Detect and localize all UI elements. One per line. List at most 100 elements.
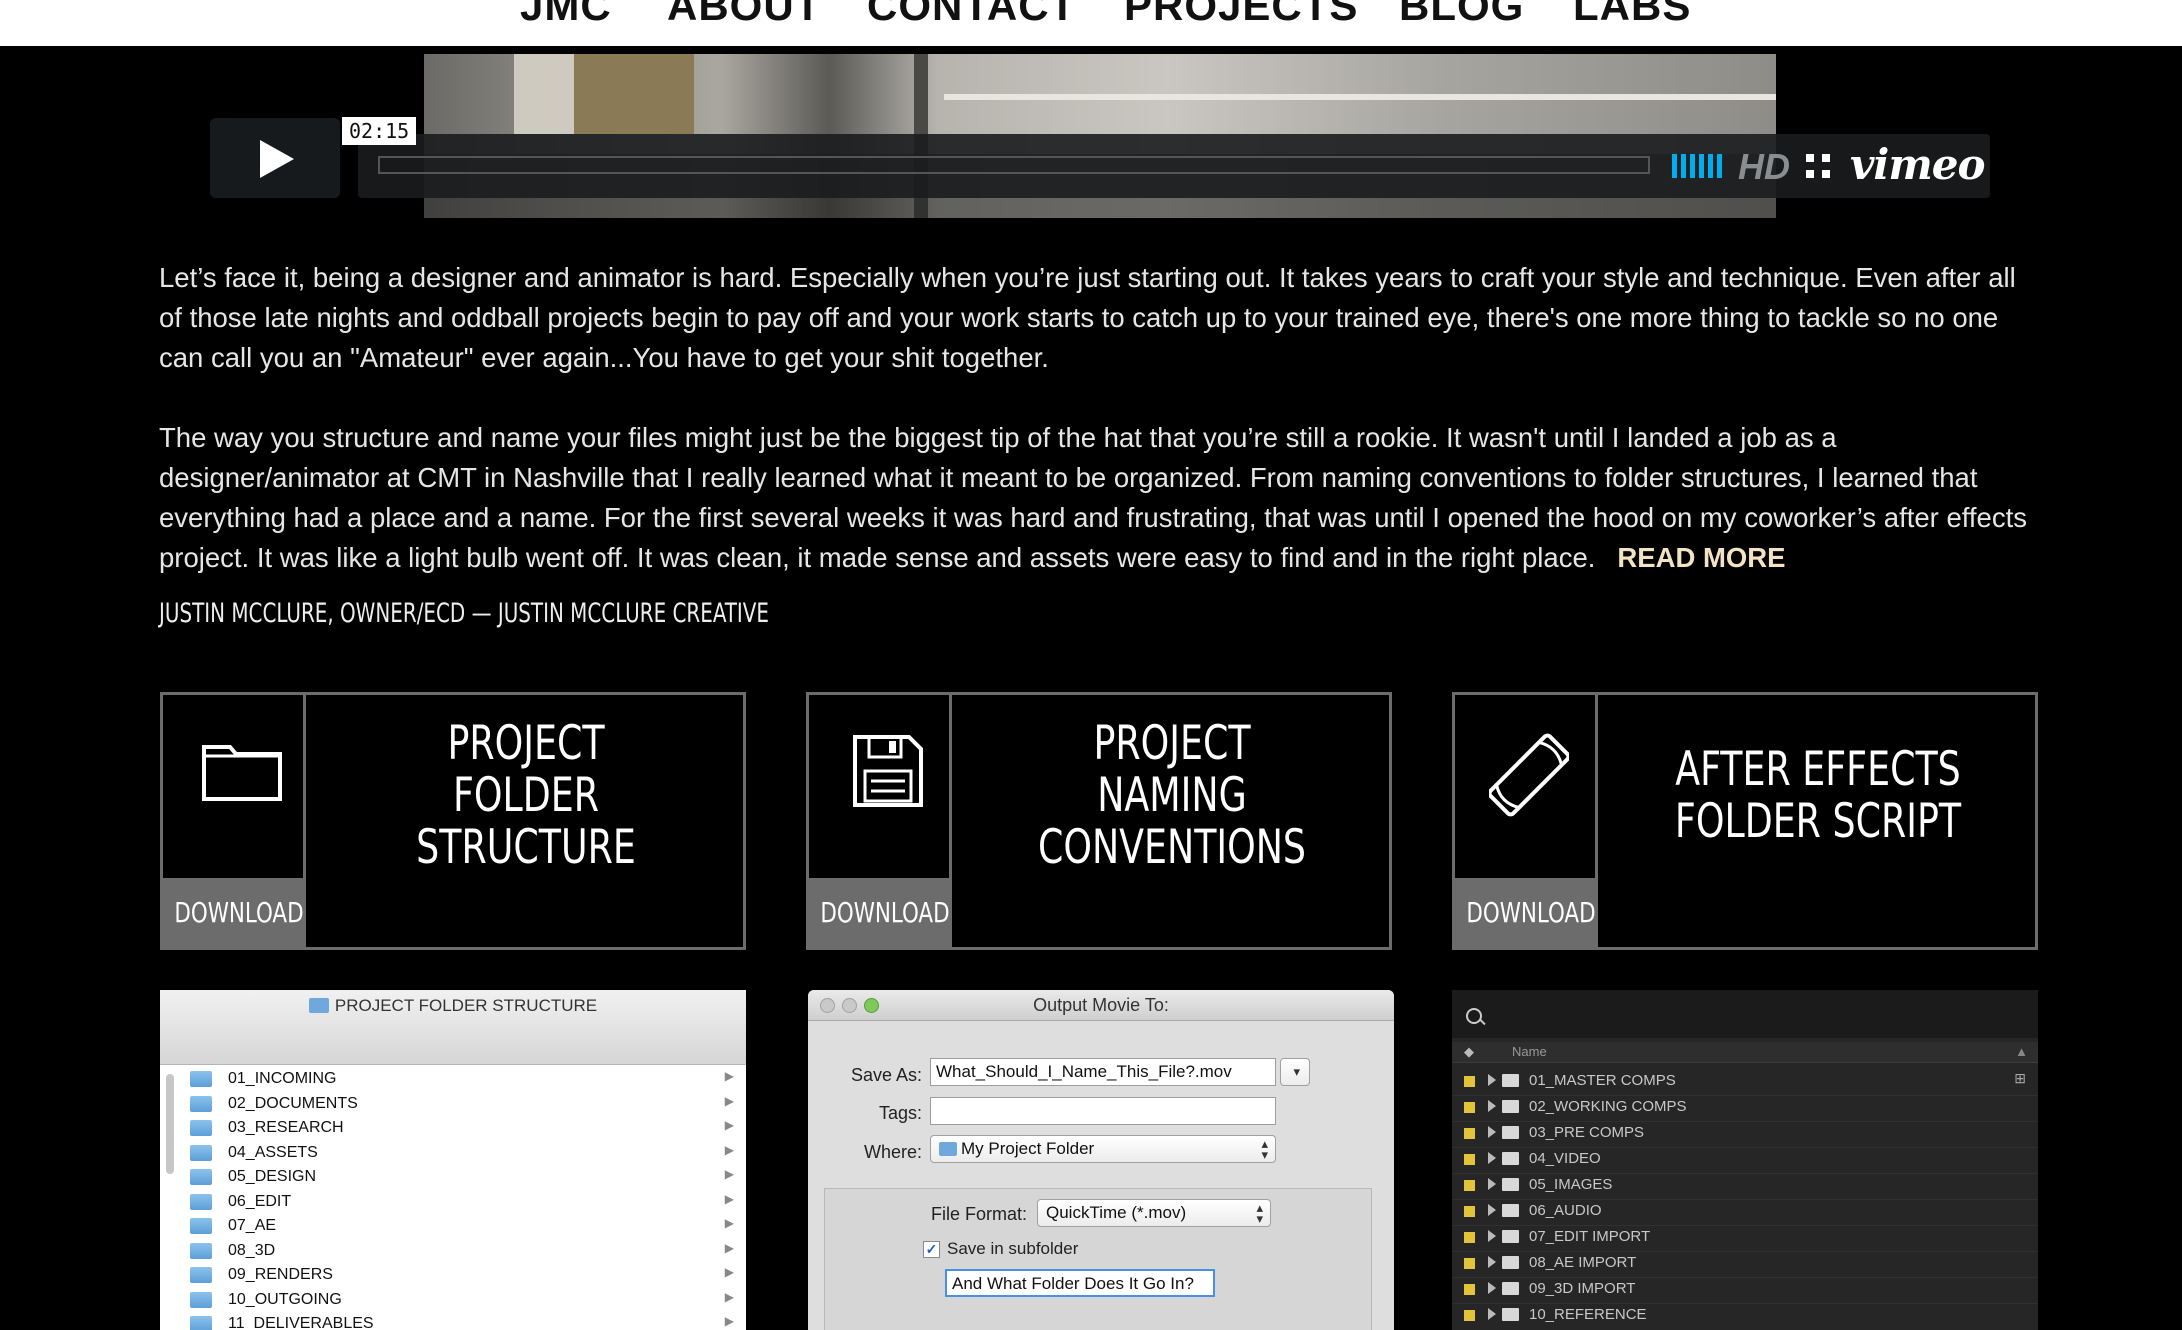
ae-folder-row[interactable]: 02_WORKING COMPS <box>1452 1095 2038 1121</box>
finder-row[interactable]: 06_EDIT ▶ <box>190 1191 736 1215</box>
expand-arrow-icon[interactable] <box>1488 1074 1496 1086</box>
nav-item-blog[interactable]: BLOG <box>1399 0 1524 30</box>
where-select[interactable]: My Project Folder ▴ ▾ <box>930 1135 1276 1163</box>
expand-dialog-button[interactable]: ▾ <box>1280 1058 1310 1086</box>
nav-item-about[interactable]: ABOUT <box>667 0 821 30</box>
label-swatch[interactable] <box>1464 1128 1475 1139</box>
video-scene <box>944 94 1776 100</box>
download-button[interactable]: DOWNLOAD <box>1455 878 1598 948</box>
video-scene <box>574 54 694 134</box>
ae-folder-row[interactable]: 03_PRE COMPS <box>1452 1121 2038 1147</box>
finder-row[interactable]: 01_INCOMING ▶ <box>190 1068 736 1092</box>
folder-icon <box>1502 1282 1519 1295</box>
subfolder-checkbox[interactable]: ✓ <box>923 1241 940 1258</box>
file-format-select[interactable]: QuickTime (*.mov) ▴ ▾ <box>1037 1199 1271 1227</box>
dialog-titlebar: Output Movie To: <box>808 990 1394 1021</box>
label-swatch[interactable] <box>1464 1206 1475 1217</box>
download-button[interactable]: DOWNLOAD <box>809 878 952 948</box>
expand-arrow-icon[interactable] <box>1488 1282 1496 1294</box>
folder-icon <box>190 1144 212 1161</box>
label-swatch[interactable] <box>1464 1102 1475 1113</box>
download-button[interactable]: DOWNLOAD <box>163 878 306 948</box>
read-more-link[interactable]: READ MORE <box>1617 542 1785 573</box>
label-swatch[interactable] <box>1464 1232 1475 1243</box>
card-title: AFTER EFFECTS FOLDER SCRIPT <box>1674 742 1962 849</box>
label-swatch[interactable] <box>1464 1076 1475 1087</box>
download-card-ae-folder-script[interactable]: DOWNLOAD AFTER EFFECTS FOLDER SCRIPT <box>1452 692 2038 950</box>
expand-arrow-icon[interactable] <box>1488 1256 1496 1268</box>
updown-arrows-icon: ▴ ▾ <box>1256 1200 1263 1226</box>
ae-folder-row[interactable]: 01_MASTER COMPS <box>1452 1069 2038 1095</box>
label-swatch[interactable] <box>1464 1310 1475 1321</box>
folder-icon <box>1502 1256 1519 1269</box>
fullscreen-icon[interactable] <box>1806 154 1830 178</box>
label-swatch[interactable] <box>1464 1284 1475 1295</box>
disclosure-arrow-icon: ▶ <box>724 1191 734 1206</box>
ae-folder-row[interactable]: 07_EDIT IMPORT <box>1452 1225 2038 1251</box>
hd-toggle[interactable]: HD <box>1738 146 1790 188</box>
card-icon-box <box>163 695 306 947</box>
name-column-header[interactable]: Name <box>1512 1044 1547 1059</box>
expand-arrow-icon[interactable] <box>1488 1152 1496 1164</box>
subfolder-name-field[interactable]: And What Folder Does It Go In? <box>945 1269 1215 1297</box>
ae-folder-row[interactable]: 08_AE IMPORT <box>1452 1251 2038 1277</box>
nav-item-jmc[interactable]: JMC <box>520 0 612 30</box>
save-as-field[interactable]: What_Should_I_Name_This_File?.mov <box>930 1058 1276 1086</box>
ae-folder-row[interactable]: 04_VIDEO <box>1452 1147 2038 1173</box>
vimeo-logo[interactable]: vimeo <box>1850 140 1986 189</box>
expand-arrow-icon[interactable] <box>1488 1204 1496 1216</box>
ae-search-field[interactable] <box>1452 990 2038 1038</box>
play-icon <box>260 140 294 178</box>
search-icon <box>1466 1008 1482 1024</box>
finder-row[interactable]: 09_RENDERS ▶ <box>190 1264 736 1288</box>
volume-icon[interactable] <box>1672 154 1722 178</box>
folder-icon <box>190 1120 212 1136</box>
ae-folder-row[interactable]: 06_AUDIO <box>1452 1199 2038 1225</box>
download-card-folder-structure[interactable]: DOWNLOAD PROJECT FOLDER STRUCTURE <box>160 692 746 950</box>
expand-arrow-icon[interactable] <box>1488 1308 1496 1320</box>
disclosure-arrow-icon: ▶ <box>724 1167 734 1181</box>
expand-arrow-icon[interactable] <box>1488 1100 1496 1112</box>
expand-arrow-icon[interactable] <box>1488 1230 1496 1242</box>
expand-arrow-icon[interactable] <box>1488 1126 1496 1138</box>
finder-screenshot: PROJECT FOLDER STRUCTURE 01_INCOMING ▶ 02… <box>160 990 746 1330</box>
disclosure-arrow-icon: ▶ <box>724 1142 734 1157</box>
finder-row[interactable]: 04_ASSETS ▶ <box>190 1142 736 1166</box>
finder-row[interactable]: 11_DELIVERABLES ▶ <box>190 1313 736 1330</box>
finder-row[interactable]: 02_DOCUMENTS ▶ <box>190 1093 736 1117</box>
card-icon-box <box>809 695 952 947</box>
sort-arrow-icon[interactable]: ▲ <box>2015 1044 2028 1059</box>
finder-row[interactable]: 10_OUTGOING ▶ <box>190 1289 736 1313</box>
video-progress-bar[interactable] <box>378 156 1650 174</box>
nav-item-labs[interactable]: LABS <box>1573 0 1691 30</box>
label-swatch[interactable] <box>1464 1258 1475 1269</box>
download-card-naming-conventions[interactable]: DOWNLOAD PROJECT NAMING CONVENTIONS <box>806 692 1392 950</box>
subfolder-label: Save in subfolder <box>947 1239 1079 1258</box>
finder-scrollbar[interactable] <box>166 1074 174 1174</box>
finder-row[interactable]: 03_RESEARCH ▶ <box>190 1117 736 1141</box>
expand-arrow-icon[interactable] <box>1488 1178 1496 1190</box>
ae-column-header: ◆ Name ▲ <box>1452 1042 2038 1063</box>
tags-field[interactable] <box>930 1097 1276 1125</box>
play-button[interactable] <box>210 118 340 198</box>
label-swatch[interactable] <box>1464 1154 1475 1165</box>
video-timecode: 02:15 <box>342 117 417 145</box>
finder-row[interactable]: 08_3D ▶ <box>190 1240 736 1264</box>
folder-icon <box>1502 1074 1519 1087</box>
scroll-icon <box>1489 733 1569 817</box>
label-swatch[interactable] <box>1464 1180 1475 1191</box>
nav-item-projects[interactable]: PROJECTS <box>1124 0 1358 30</box>
folder-icon <box>190 1218 212 1234</box>
ae-folder-row[interactable]: 10_REFERENCE <box>1452 1303 2038 1329</box>
video-control-bar: HD vimeo <box>358 134 1990 198</box>
ae-folder-row[interactable]: 09_3D IMPORT <box>1452 1277 2038 1303</box>
folder-icon <box>190 1193 212 1210</box>
folder-icon <box>939 1142 957 1156</box>
disclosure-arrow-icon: ▶ <box>724 1069 734 1083</box>
folder-icon <box>1502 1152 1519 1165</box>
finder-row[interactable]: 05_DESIGN ▶ <box>190 1166 736 1190</box>
nav-item-contact[interactable]: CONTACT <box>867 0 1076 30</box>
folder-icon <box>1502 1230 1519 1243</box>
ae-folder-row[interactable]: 05_IMAGES <box>1452 1173 2038 1199</box>
finder-row[interactable]: 07_AE ▶ <box>190 1215 736 1239</box>
